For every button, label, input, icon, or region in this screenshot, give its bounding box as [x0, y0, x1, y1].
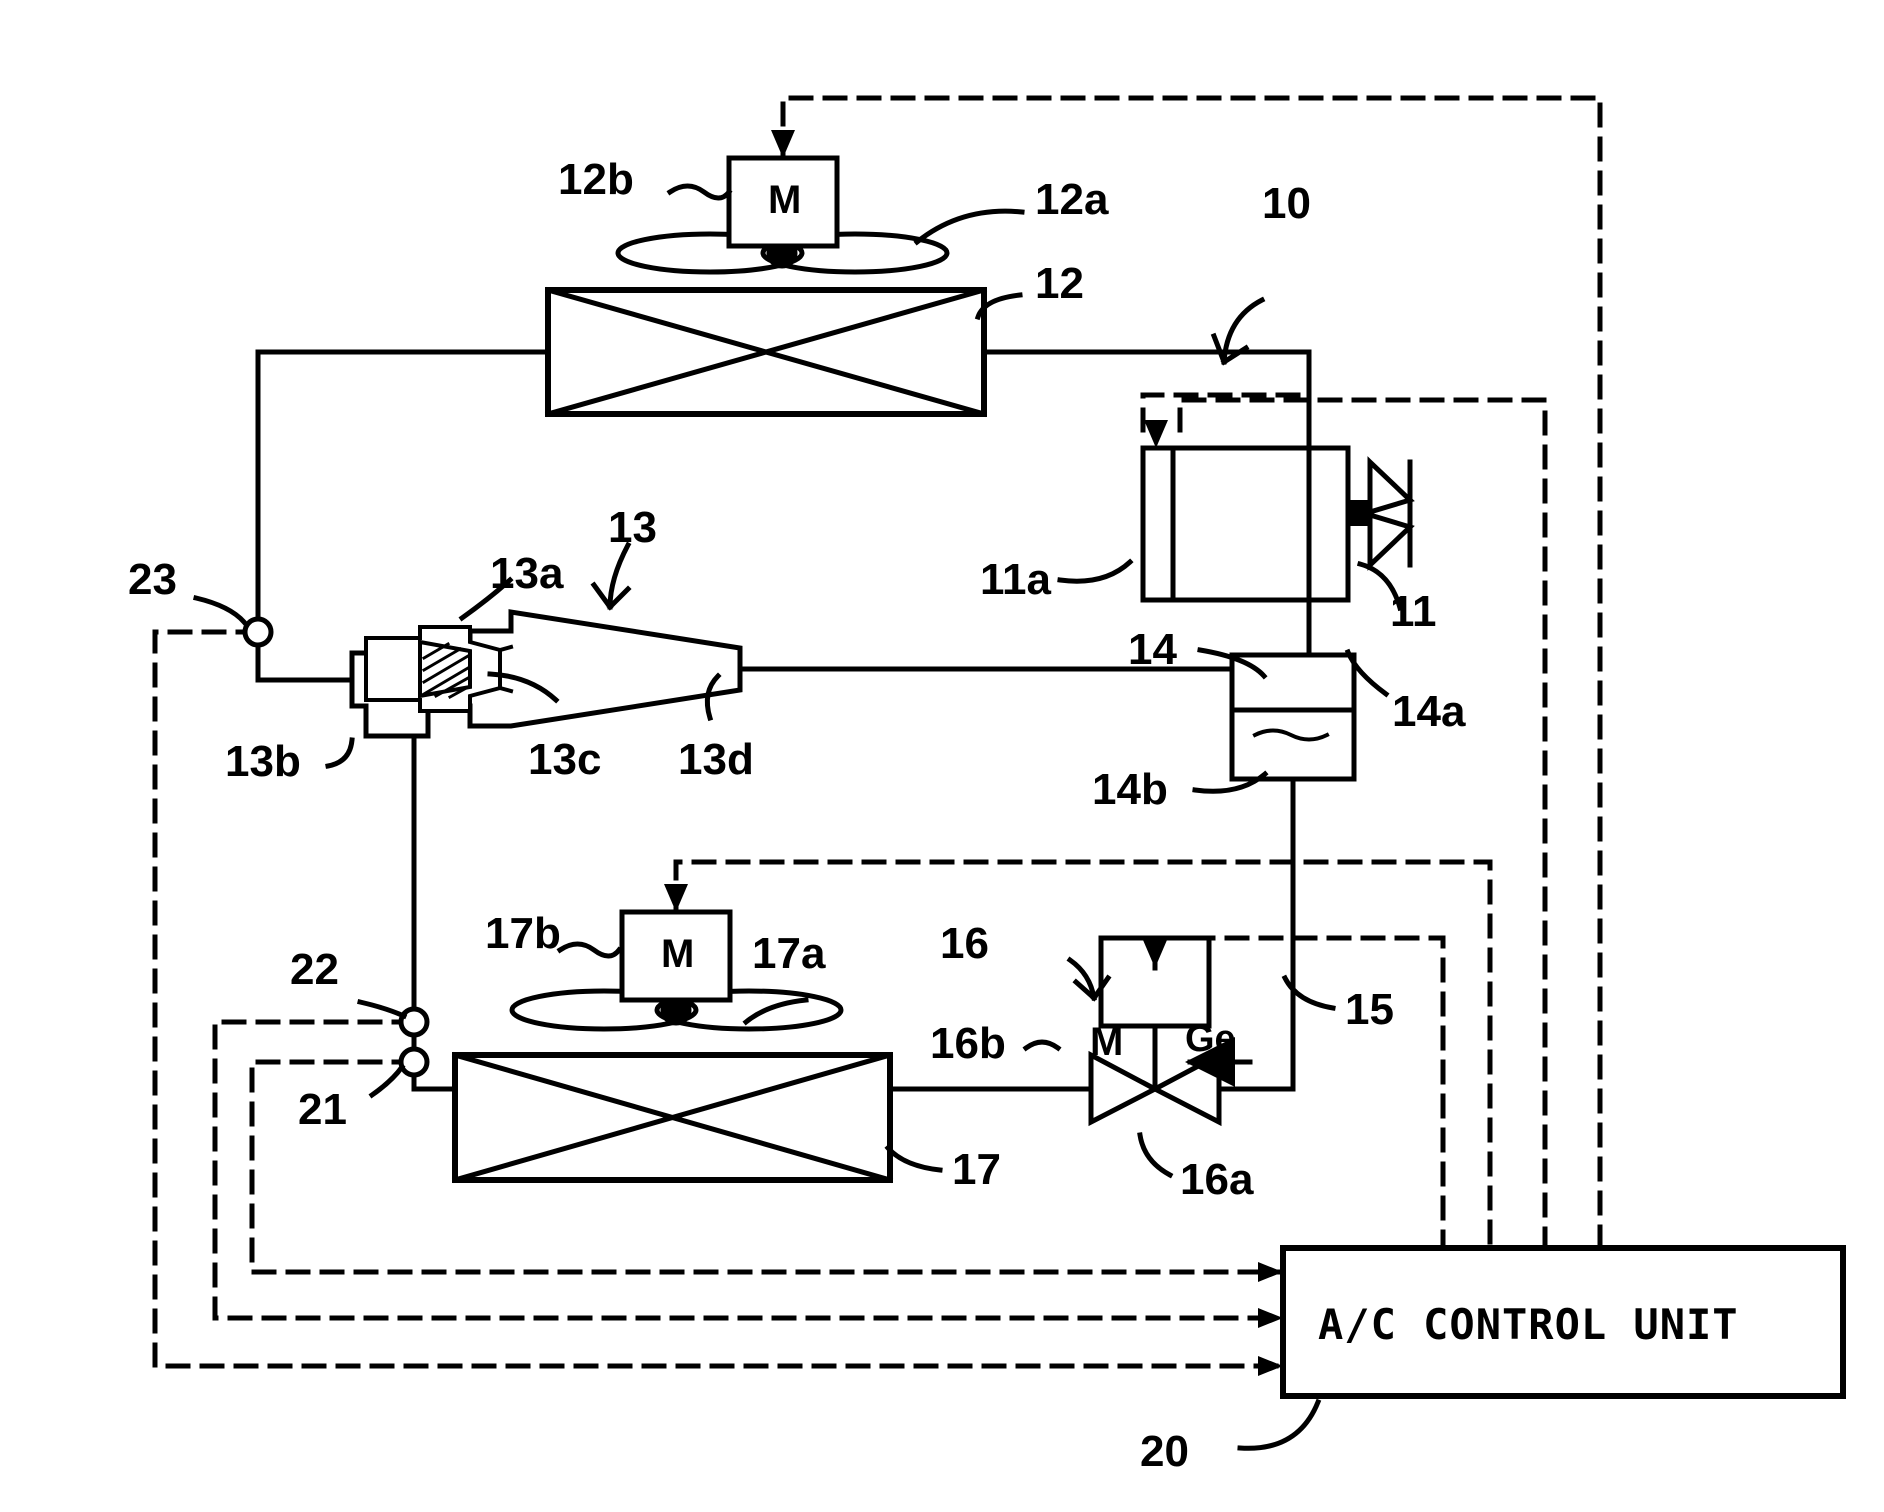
ref-label-12: 12 — [1035, 259, 1084, 308]
ref-label-17: 17 — [952, 1145, 1001, 1194]
valve-motor-label: M — [1090, 1020, 1124, 1064]
ref-label-13a: 13a — [490, 549, 564, 598]
compressor-pulley-lower — [1367, 511, 1415, 571]
valve-right-triangle — [1149, 1050, 1222, 1127]
ref-label-12b: 12b — [558, 155, 634, 204]
condenser-motor-label: M — [768, 178, 802, 222]
signal-entry-arrows — [664, 130, 1168, 968]
ref-label-11: 11 — [1390, 587, 1437, 636]
compressor-shaft — [1348, 500, 1370, 526]
separator-body — [1229, 652, 1357, 782]
sensor-dot-21 — [398, 1046, 430, 1078]
evaporator-motor-label: M — [661, 932, 695, 976]
ref-label-23: 23 — [128, 555, 177, 604]
ref-label-20: 20 — [1140, 1427, 1189, 1476]
leader-lines — [192, 183, 1404, 1451]
sensor-dot-23 — [242, 616, 274, 648]
sensor-dot-22 — [398, 1006, 430, 1038]
ref-label-16b: 16b — [930, 1019, 1006, 1068]
ref-label-13b: 13b — [225, 737, 301, 786]
ref-label-21: 21 — [298, 1085, 347, 1134]
ref-label-14: 14 — [1128, 625, 1177, 674]
ref-label-22: 22 — [290, 945, 339, 994]
ref-label-13d: 13d — [678, 735, 754, 784]
ref-label-16a: 16a — [1180, 1155, 1254, 1204]
control-unit-label: A/C CONTROL UNIT — [1318, 1300, 1739, 1349]
ref-label-15: 15 — [1345, 985, 1394, 1034]
ref-label-17b: 17b — [485, 909, 561, 958]
control-unit-input-arrows — [1258, 1262, 1283, 1376]
patent-figure-canvas: M M M 12b 12a 12 10 11a 11 14 14a 14b 13… — [0, 0, 1884, 1512]
ref-label-12a: 12a — [1035, 175, 1109, 224]
ref-label-16: 16 — [940, 919, 989, 968]
ref-label-11a: 11a — [980, 555, 1051, 604]
ge-label: Ge — [1185, 1018, 1236, 1060]
ref-label-13: 13 — [608, 503, 657, 552]
ref-label-10: 10 — [1262, 179, 1311, 228]
ref-label-14a: 14a — [1392, 687, 1466, 736]
compressor-pulley-upper — [1367, 456, 1415, 516]
valve-left-triangle — [1088, 1050, 1161, 1127]
ref-label-13c: 13c — [528, 735, 602, 784]
ref-label-17a: 17a — [752, 929, 826, 978]
ref-label-14b: 14b — [1092, 765, 1168, 814]
